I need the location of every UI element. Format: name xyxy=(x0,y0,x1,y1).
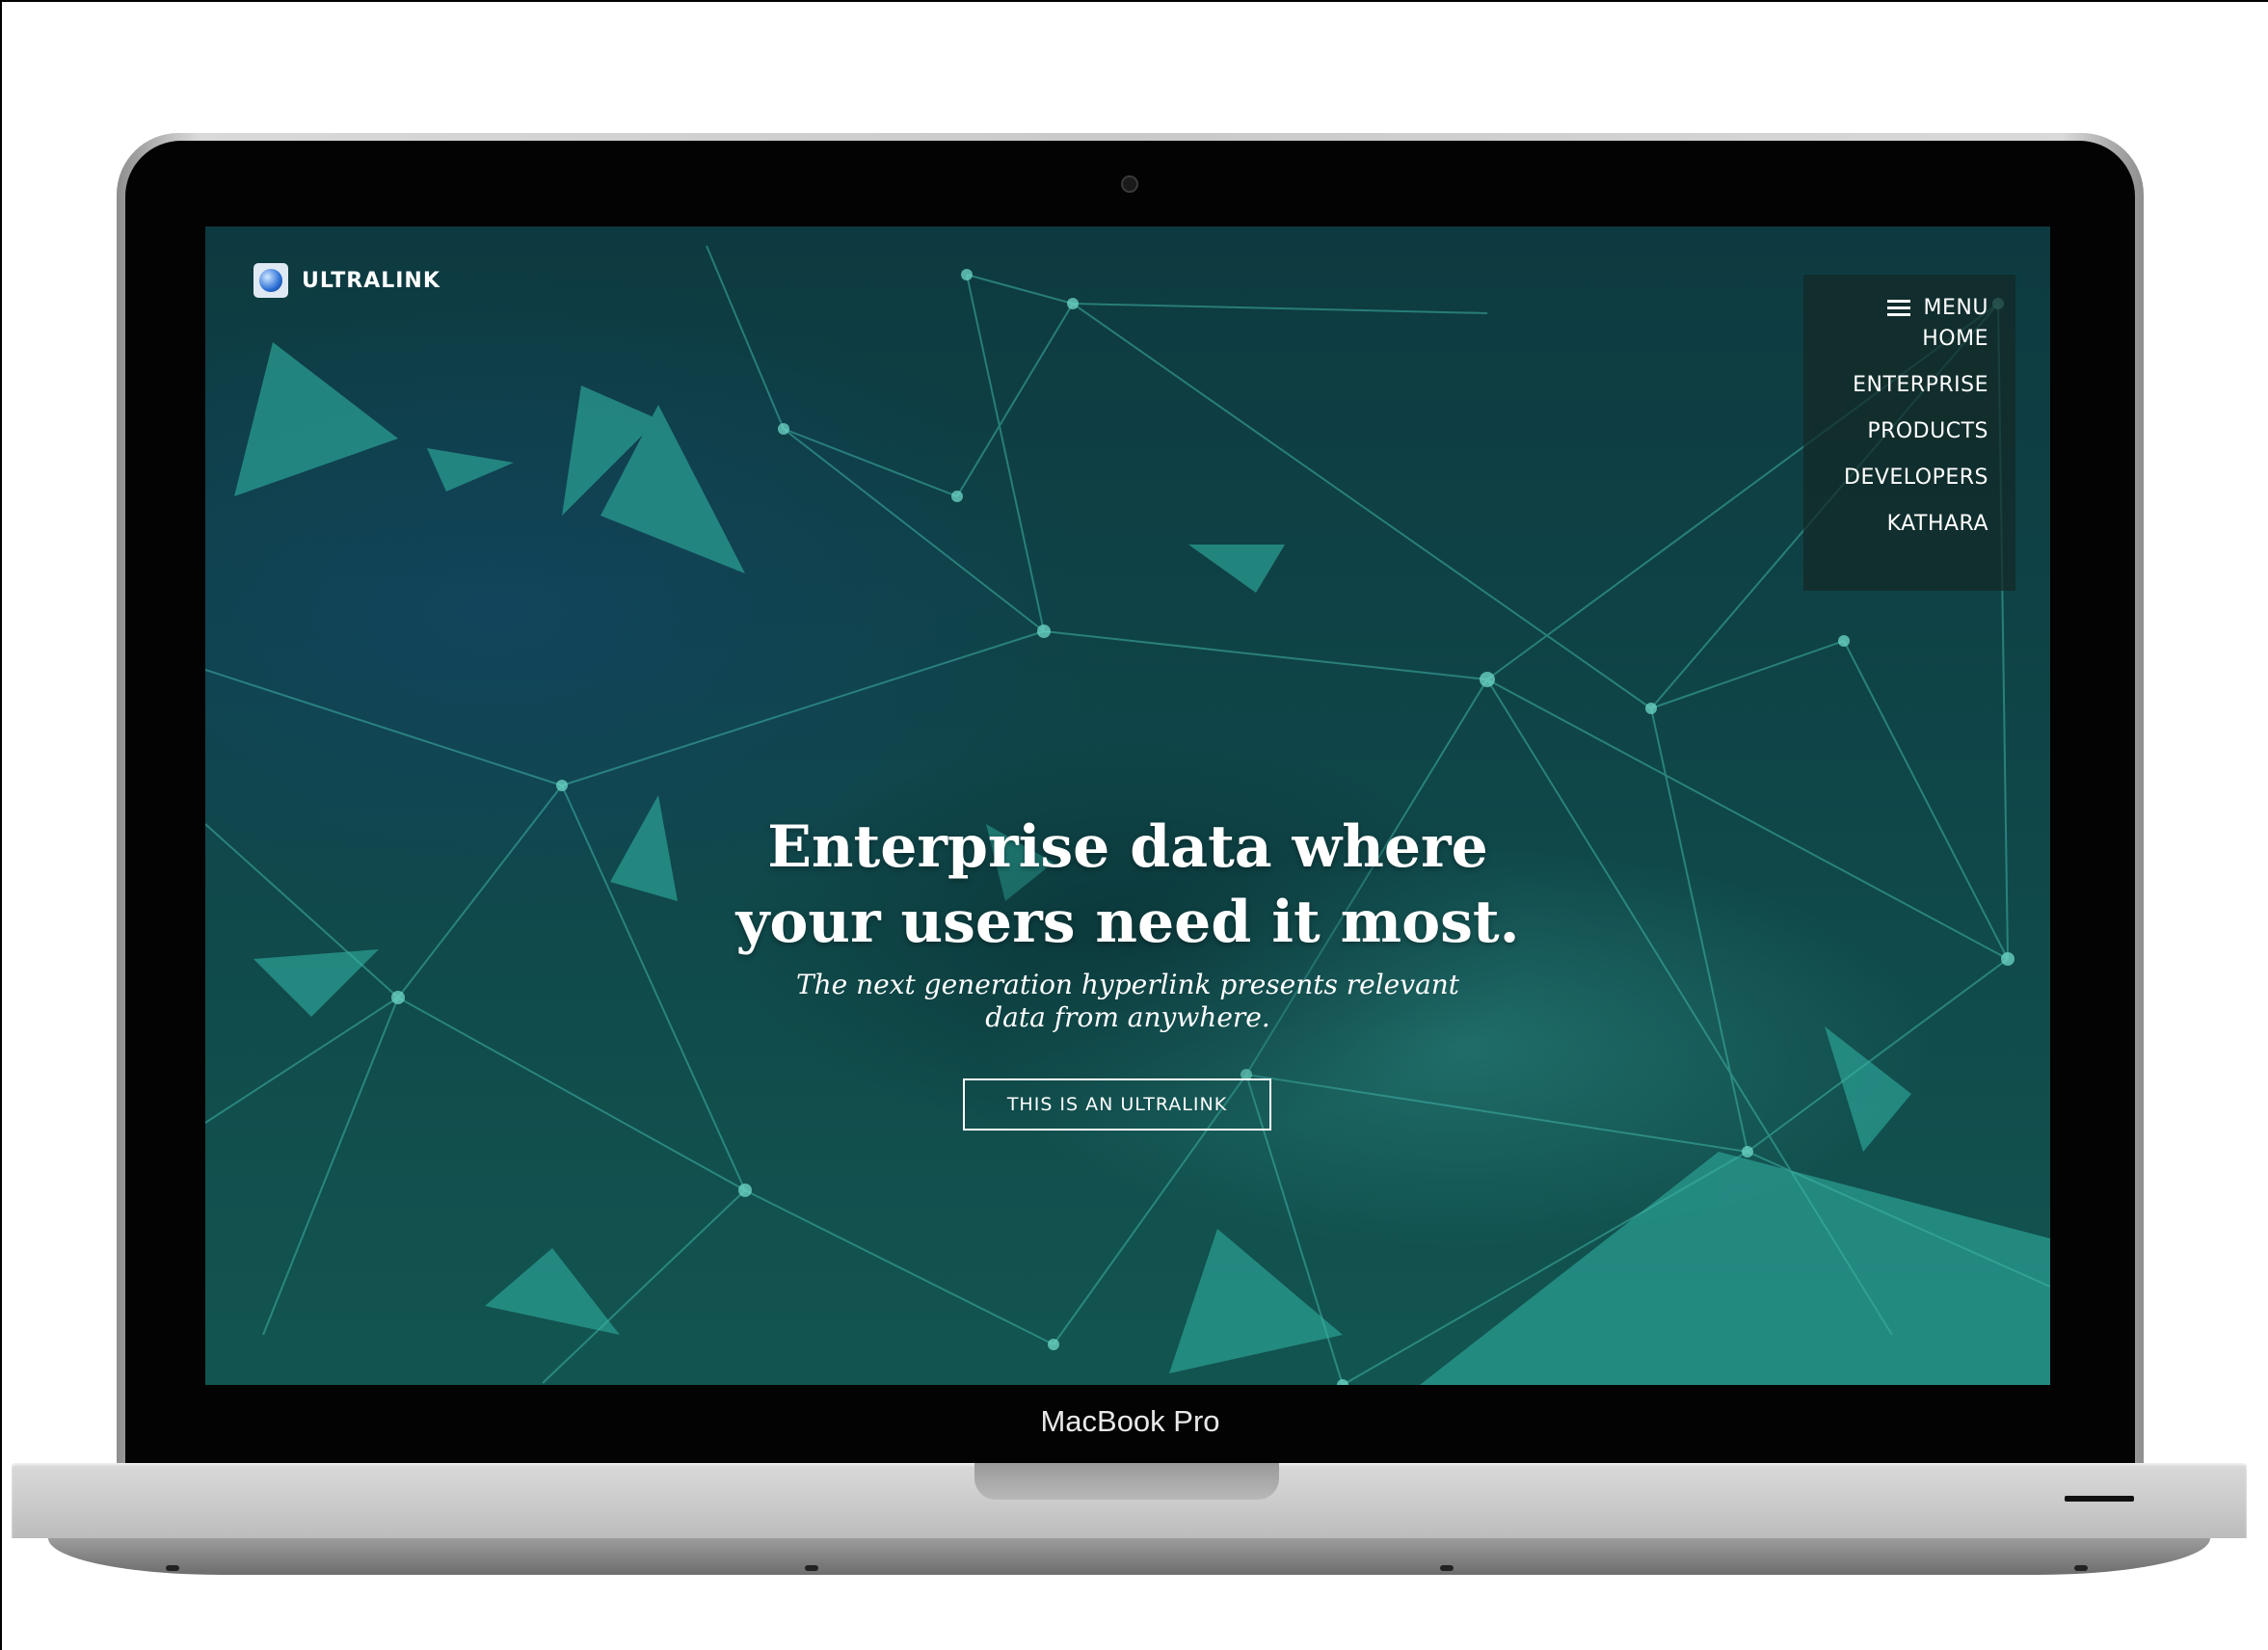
hero-title-line: Enterprise data where xyxy=(767,813,1488,881)
website-screen: ULTRALINK MENU HOME ENTERPRISE PRODUCTS … xyxy=(205,226,2050,1385)
cta-button[interactable]: THIS IS AN ULTRALINK xyxy=(963,1078,1271,1131)
brand-logo-link[interactable]: ULTRALINK xyxy=(253,263,440,298)
optical-drive-slot xyxy=(2065,1496,2134,1502)
hero-shade xyxy=(205,226,2050,1385)
rubber-foot xyxy=(166,1565,179,1571)
laptop-base-bottom xyxy=(48,1538,2210,1575)
nav-menu: MENU HOME ENTERPRISE PRODUCTS DEVELOPERS… xyxy=(1803,275,2015,591)
menu-toggle[interactable]: MENU xyxy=(1886,296,1988,320)
brand-name: ULTRALINK xyxy=(302,268,440,293)
ultralink-globe-icon xyxy=(253,263,288,298)
webcam-icon xyxy=(1121,175,1138,193)
lid-opening-notch xyxy=(974,1463,1279,1500)
hero-title: Enterprise data where your users need it… xyxy=(205,810,2050,960)
rubber-foot xyxy=(2074,1565,2088,1571)
menu-toggle-label: MENU xyxy=(1923,296,1988,320)
hero-subtitle-line: data from anywhere. xyxy=(985,1001,1270,1033)
hamburger-icon xyxy=(1886,299,1910,317)
menu-item-enterprise[interactable]: ENTERPRISE xyxy=(1853,373,1988,397)
menu-item-developers[interactable]: DEVELOPERS xyxy=(1844,466,1988,490)
device-model-label: MacBook Pro xyxy=(1040,1404,1220,1438)
hero-subtitle: The next generation hyperlink presents r… xyxy=(205,969,2050,1034)
menu-item-home[interactable]: HOME xyxy=(1922,327,1988,351)
rubber-foot xyxy=(805,1565,818,1571)
hero-title-line: your users need it most. xyxy=(735,889,1520,956)
menu-item-products[interactable]: PRODUCTS xyxy=(1867,419,1988,443)
menu-item-kathara[interactable]: KATHARA xyxy=(1887,512,1988,536)
rubber-foot xyxy=(1440,1565,1454,1571)
hero-subtitle-line: The next generation hyperlink presents r… xyxy=(795,969,1460,1000)
